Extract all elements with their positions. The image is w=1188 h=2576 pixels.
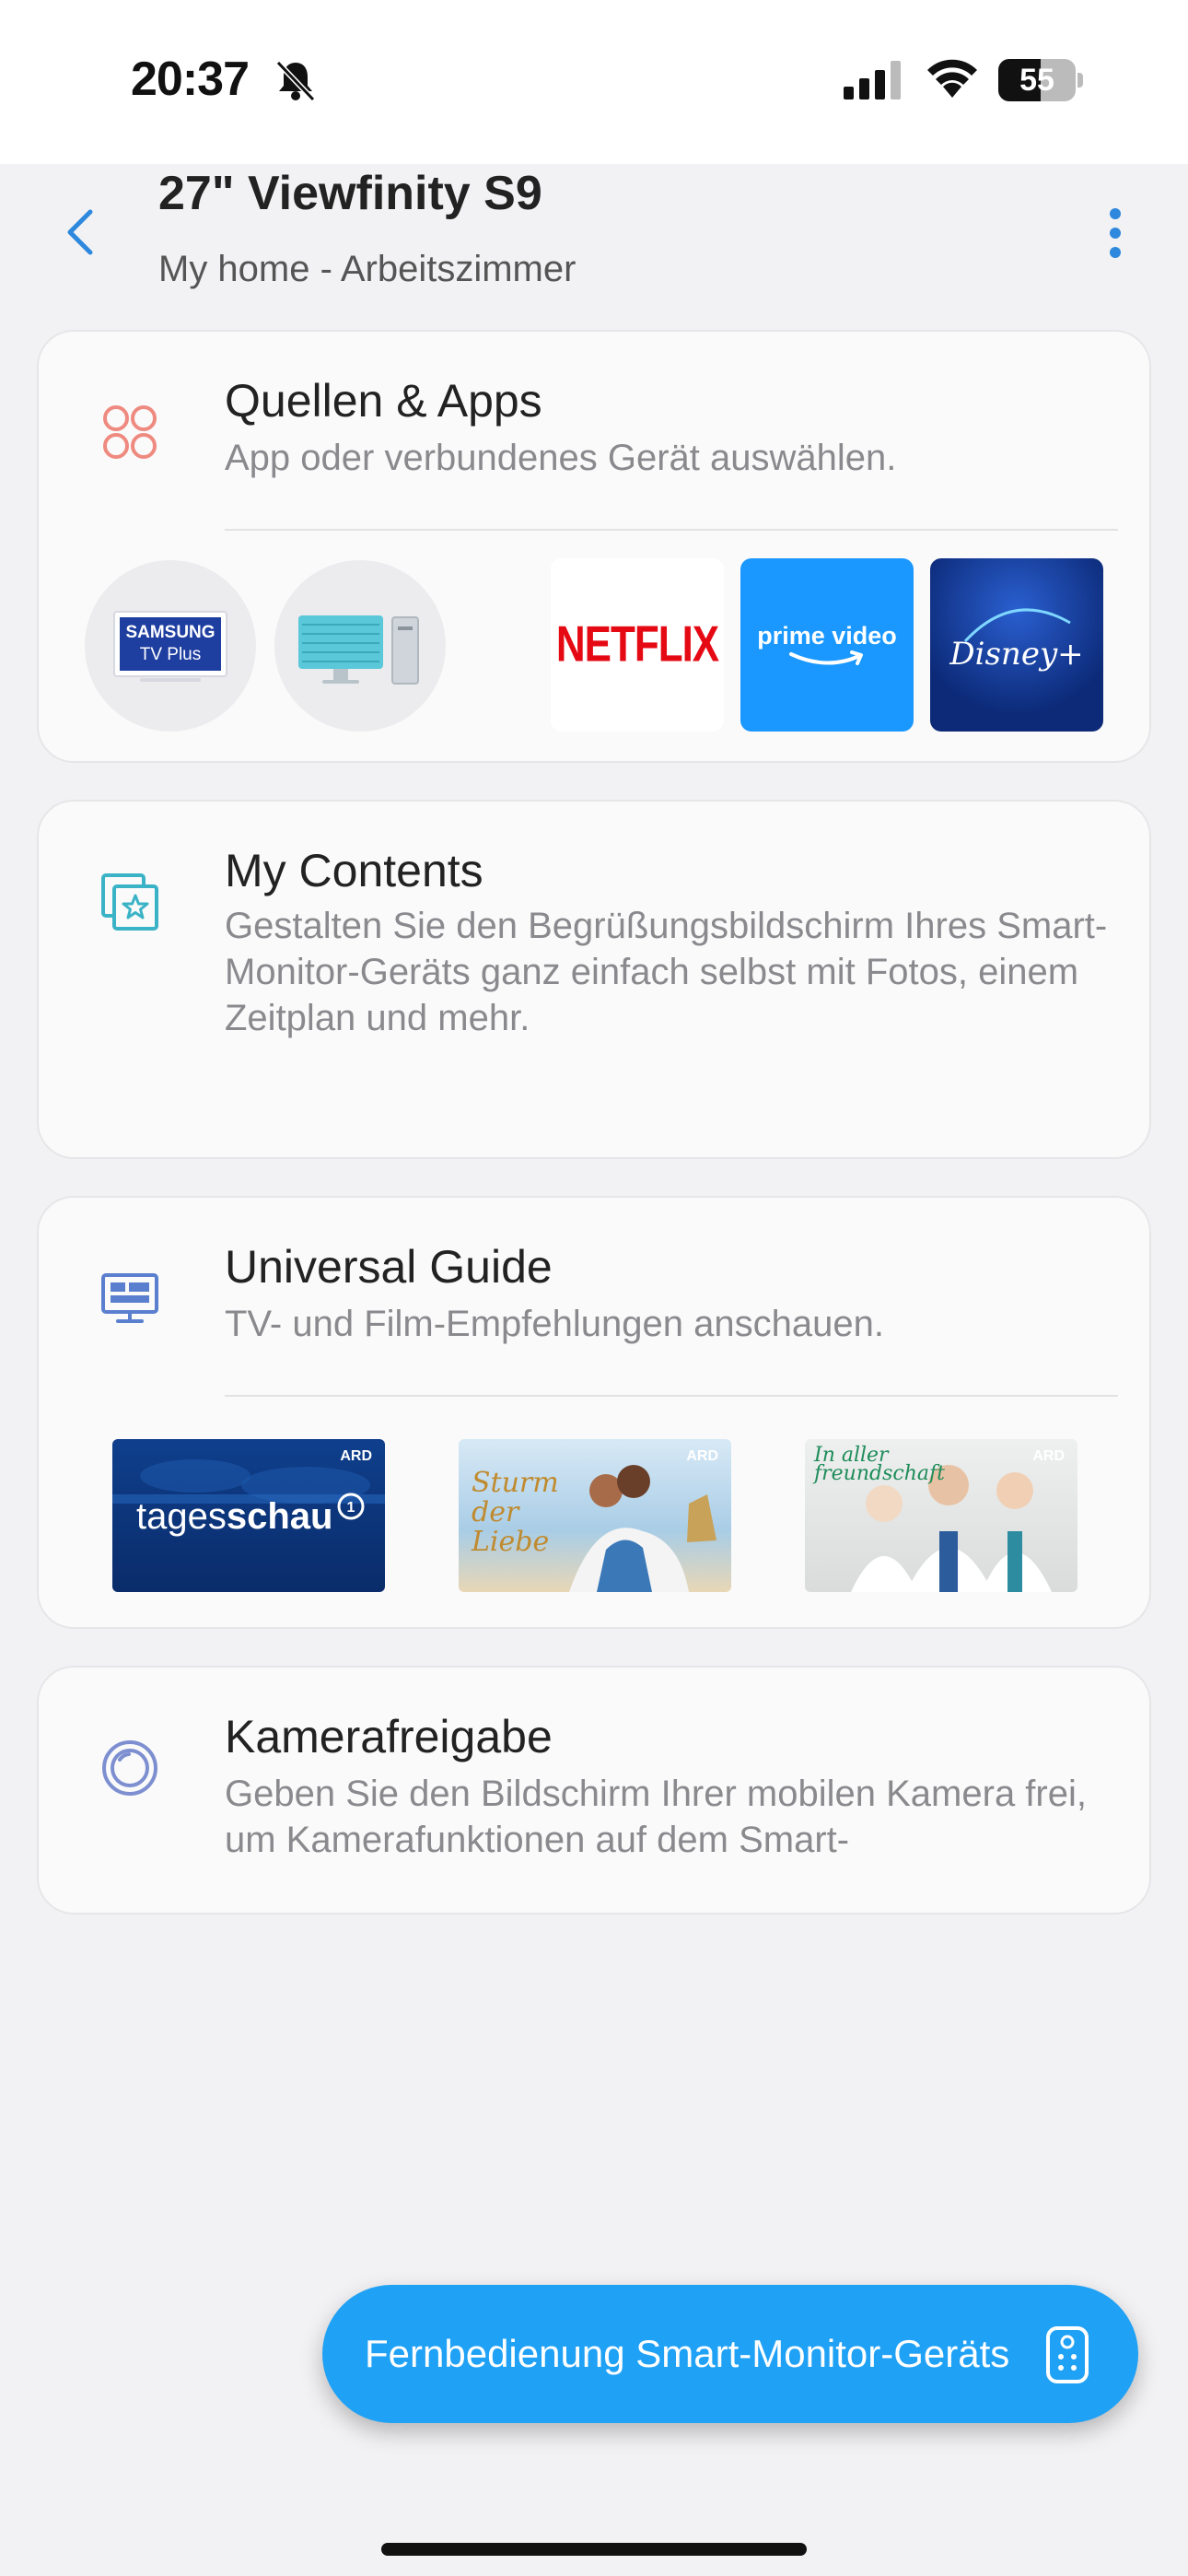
prime-video-label: prime video [757, 621, 897, 650]
apps-grid-icon [103, 405, 157, 459]
ard-badge: ARD [1032, 1448, 1065, 1464]
app-prime-video[interactable]: prime video [740, 558, 914, 732]
camera-share-title: Kamerafreigabe [225, 1711, 553, 1762]
more-options-icon[interactable] [1101, 203, 1129, 263]
smile-arrow-icon [789, 650, 863, 665]
tv-plus-label: TV Plus [139, 645, 202, 664]
in-aller-freundschaft-title: In aller freundschaft [814, 1444, 945, 1485]
camera-share-description: Geben Sie den Bildschirm Ihrer mobilen K… [225, 1774, 1087, 1860]
battery-icon: 55 [998, 59, 1083, 101]
signal-icon [844, 61, 901, 100]
divider [225, 529, 1118, 531]
guide-screen-icon [101, 1273, 158, 1323]
remote-control-label: Fernbedienung Smart-Monitor-Geräts [365, 2332, 1010, 2375]
guide-item-in-aller-freundschaft[interactable]: ARD In aller freundschaft [805, 1439, 1077, 1592]
disney-plus-logo: Disney+ [930, 558, 1103, 732]
sturm-der-liebe-title: Sturm der Liebe [472, 1467, 559, 1558]
app-netflix[interactable]: NETFLIX [551, 558, 724, 732]
ard-badge: ARD [686, 1448, 718, 1464]
universal-guide-card[interactable]: Universal Guide TV- und Film-Empfehlunge… [37, 1196, 1151, 1629]
ard-badge: ARD [340, 1448, 372, 1464]
computer-icon [298, 615, 419, 685]
universal-guide-description: TV- und Film-Empfehlungen anschauen. [225, 1304, 884, 1344]
status-bar: 20:37 55 [0, 0, 1188, 164]
source-samsung-tv-plus[interactable]: SAMSUNG TV Plus [85, 560, 256, 732]
remote-control-icon [1046, 2326, 1089, 2383]
my-contents-card[interactable]: My Contents Gestalten Sie den Begrüßungs… [37, 800, 1151, 1159]
device-location: My home - Arbeitszimmer [158, 249, 577, 289]
guide-item-sturm-der-liebe[interactable]: ARD Sturm der Liebe [459, 1439, 731, 1592]
app-screen: 20:37 55 27" Viewfinity S9 My home - Arb… [0, 0, 1188, 2576]
prime-video-logo: prime video [740, 558, 914, 732]
home-indicator[interactable] [381, 2543, 807, 2556]
universal-guide-title: Universal Guide [225, 1241, 553, 1293]
app-disney-plus[interactable]: Disney+ [930, 558, 1103, 732]
disney-arc-icon [963, 608, 1071, 643]
status-time: 20:37 [131, 53, 250, 106]
samsung-label: SAMSUNG [125, 623, 215, 642]
netflix-logo: NETFLIX [551, 558, 724, 732]
battery-body: 55 [998, 59, 1076, 101]
star-frame-icon [101, 873, 158, 931]
back-chevron-icon[interactable] [57, 205, 103, 260]
source-pc[interactable] [274, 560, 446, 732]
svg-text:1: 1 [347, 1500, 355, 1516]
device-title: 27" Viewfinity S9 [158, 167, 542, 220]
my-contents-description: Gestalten Sie den Begrüßungsbildschirm I… [225, 906, 1108, 1038]
my-contents-title: My Contents [225, 845, 483, 896]
ard-one-icon: 1 [337, 1493, 365, 1520]
battery-percent: 55 [1019, 63, 1054, 98]
tagesschau-label-b: schau [226, 1496, 333, 1537]
camera-share-card[interactable]: Kamerafreigabe Geben Sie den Bildschirm … [37, 1666, 1151, 1914]
battery-cap [1077, 73, 1083, 88]
wifi-icon [927, 59, 977, 98]
tagesschau-logo: tagesschau [136, 1496, 332, 1538]
tagesschau-label-a: tages [136, 1496, 227, 1537]
remote-control-button[interactable]: Fernbedienung Smart-Monitor-Geräts [322, 2285, 1138, 2423]
sources-apps-card[interactable]: Quellen & Apps App oder verbundenes Gerä… [37, 330, 1151, 763]
divider [225, 1395, 1118, 1397]
guide-item-tagesschau[interactable]: ARD tagesschau 1 [112, 1439, 385, 1592]
camera-lens-icon [102, 1740, 157, 1796]
sources-apps-description: App oder verbundenes Gerät auswählen. [225, 438, 897, 478]
netflix-label: NETFLIX [555, 615, 719, 673]
bell-slash-icon [275, 60, 316, 102]
sources-apps-title: Quellen & Apps [225, 375, 542, 427]
